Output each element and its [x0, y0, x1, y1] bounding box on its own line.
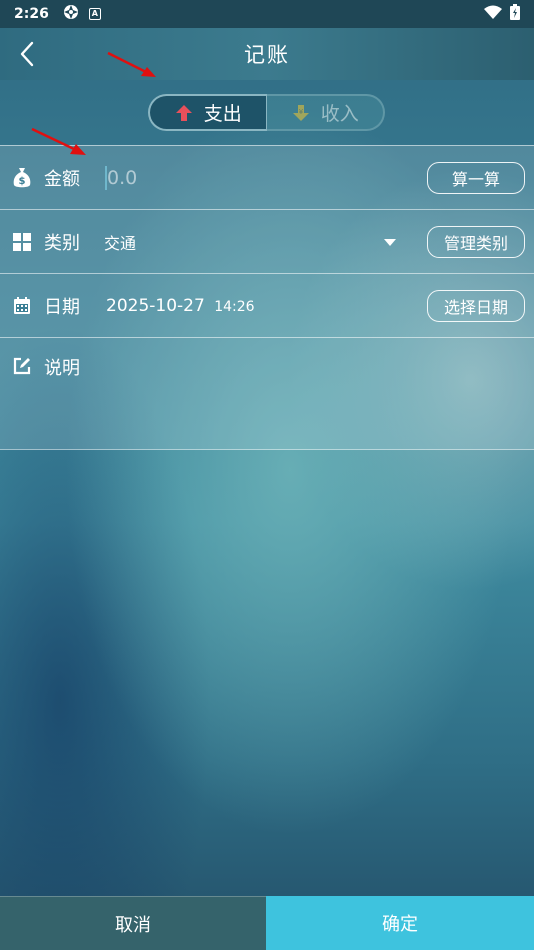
app-bar: 记账 [0, 28, 534, 80]
tab-expense[interactable]: 支出 [148, 94, 267, 131]
amount-label: 金额 [44, 168, 80, 190]
aperture-icon [63, 4, 79, 24]
arrow-up-icon [175, 104, 192, 121]
action-bar: 取消 确定 [0, 896, 534, 950]
app-notification-icon: A [88, 8, 101, 20]
description-row[interactable]: 说明 [0, 338, 534, 450]
svg-text:¥: ¥ [299, 108, 304, 116]
back-button[interactable] [12, 38, 42, 70]
chevron-left-icon [20, 41, 34, 67]
page-title: 记账 [244, 43, 290, 67]
arrow-down-icon: ¥ [292, 104, 309, 121]
tab-income[interactable]: ¥ 收入 [266, 94, 385, 131]
annotation-arrow-icon [31, 127, 86, 155]
tab-expense-label: 支出 [203, 103, 242, 125]
battery-icon [510, 4, 520, 24]
category-row: 类别 交通 管理类别 [0, 210, 534, 274]
dropdown-arrow-icon[interactable] [384, 239, 396, 246]
money-bag-icon: $ [11, 167, 33, 189]
type-toggle: 支出 ¥ 收入 [148, 94, 385, 131]
date-value[interactable]: 2025-10-27 14:26 [106, 296, 255, 316]
amount-input[interactable]: 0.0 [107, 167, 137, 189]
calendar-icon [11, 295, 33, 317]
status-time: 2:26 [14, 6, 49, 22]
calculate-button[interactable]: 算一算 [427, 161, 525, 194]
wifi-icon [484, 5, 502, 23]
date-row: 日期 2025-10-27 14:26 选择日期 [0, 274, 534, 338]
tab-income-label: 收入 [320, 103, 359, 125]
manage-categories-button[interactable]: 管理类别 [427, 225, 525, 258]
date-text: 2025-10-27 [106, 295, 205, 316]
edit-icon [11, 355, 33, 377]
description-label: 说明 [44, 358, 80, 379]
status-bar: 2:26 A [0, 0, 534, 28]
select-date-button[interactable]: 选择日期 [427, 289, 525, 322]
cancel-button[interactable]: 取消 [0, 896, 266, 950]
confirm-button[interactable]: 确定 [266, 896, 534, 950]
grid-icon [11, 231, 33, 253]
record-form: $ 金额 0.0 算一算 类别 交通 管理类别 日期 2025-10-27 14… [0, 145, 534, 450]
annotation-arrow-icon [107, 51, 156, 77]
category-label: 类别 [44, 232, 80, 254]
time-text: 14:26 [214, 298, 255, 315]
date-label: 日期 [44, 296, 80, 318]
svg-text:$: $ [19, 176, 26, 187]
category-select[interactable]: 交通 [104, 230, 136, 254]
